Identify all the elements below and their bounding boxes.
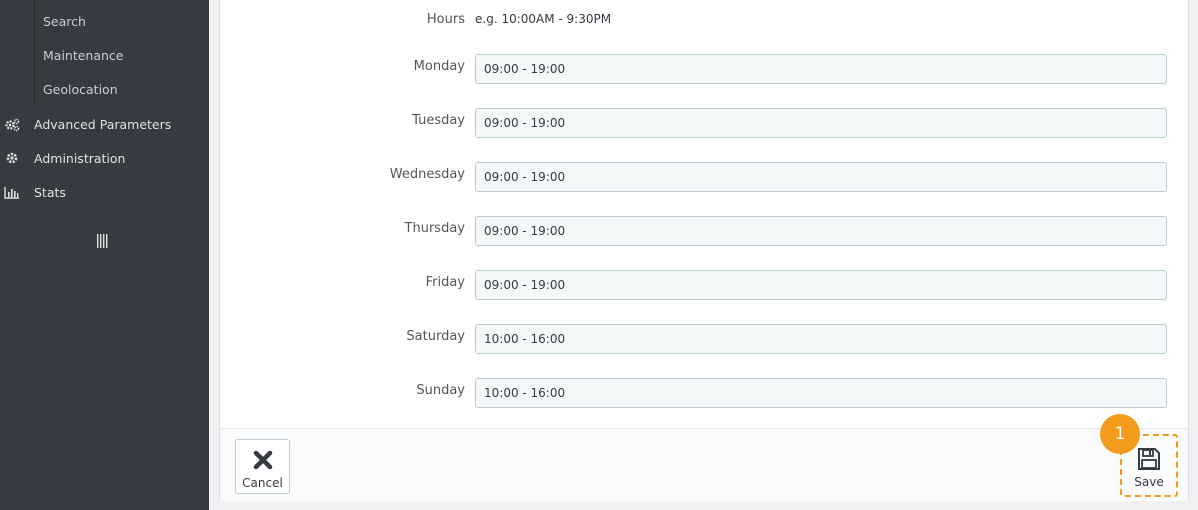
- hours-input-tuesday[interactable]: 09:00 - 19:00: [475, 108, 1167, 138]
- gear-icon: [4, 151, 20, 167]
- submenu-divider: [34, 0, 35, 106]
- sidebar-subitem-maintenance[interactable]: Maintenance: [43, 48, 124, 63]
- day-label-tuesday: Tuesday: [412, 113, 465, 128]
- sidebar-item-label: Stats: [34, 185, 66, 200]
- panel-footer: [220, 428, 1188, 501]
- sidebar-subitem-geolocation[interactable]: Geolocation: [43, 82, 118, 97]
- gears-icon: [4, 117, 20, 133]
- sidebar: Search Maintenance Geolocation Advanced …: [0, 0, 209, 510]
- hours-input-sunday[interactable]: 10:00 - 16:00: [475, 378, 1167, 408]
- sidebar-item-administration[interactable]: Administration: [0, 149, 209, 171]
- sidebar-item-advanced-parameters[interactable]: Advanced Parameters: [0, 115, 209, 137]
- hours-input-saturday[interactable]: 10:00 - 16:00: [475, 324, 1167, 354]
- sidebar-item-label: Administration: [34, 151, 126, 166]
- hours-hint: e.g. 10:00AM - 9:30PM: [475, 12, 612, 26]
- hours-input-friday[interactable]: 09:00 - 19:00: [475, 270, 1167, 300]
- sidebar-item-label: Advanced Parameters: [34, 117, 172, 132]
- sidebar-subitem-search[interactable]: Search: [43, 14, 86, 29]
- day-label-friday: Friday: [425, 275, 465, 290]
- save-icon: [1137, 447, 1161, 471]
- day-label-monday: Monday: [413, 59, 465, 74]
- hours-input-thursday[interactable]: 09:00 - 19:00: [475, 216, 1167, 246]
- step-badge: 1: [1100, 414, 1140, 454]
- day-label-thursday: Thursday: [404, 221, 465, 236]
- sidebar-item-stats[interactable]: Stats: [0, 183, 209, 205]
- bar-chart-icon: [4, 185, 20, 201]
- day-label-saturday: Saturday: [406, 329, 465, 344]
- hours-label: Hours: [426, 12, 465, 27]
- save-label: Save: [1134, 475, 1164, 489]
- cancel-label: Cancel: [242, 476, 283, 490]
- hours-input-monday[interactable]: 09:00 - 19:00: [475, 54, 1167, 84]
- cancel-button[interactable]: Cancel: [235, 439, 290, 494]
- day-label-sunday: Sunday: [416, 383, 465, 398]
- collapse-sidebar-icon[interactable]: [97, 233, 109, 249]
- day-label-wednesday: Wednesday: [389, 167, 465, 182]
- close-icon: [253, 450, 273, 470]
- hours-input-wednesday[interactable]: 09:00 - 19:00: [475, 162, 1167, 192]
